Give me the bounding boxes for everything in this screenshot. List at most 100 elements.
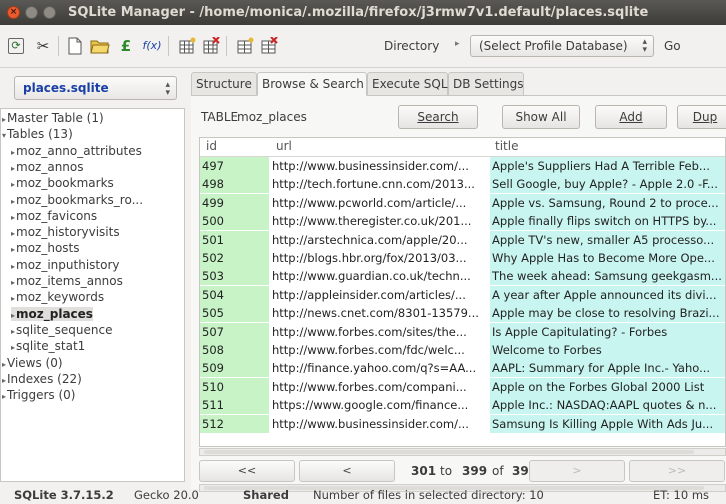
add-button[interactable]: Add [595,105,667,129]
cell-title[interactable]: Apple may be close to resolving Brazi... [490,304,725,323]
table-row[interactable]: 511 https://www.google.com/finance... Appl… [200,396,725,415]
cell-title[interactable]: The week ahead: Samsung geekgasm... [490,267,725,286]
search-button[interactable]: Search [398,105,478,129]
expander-closed-icon[interactable]: ▸ [11,262,15,271]
cell-id[interactable]: 503 [200,267,269,286]
table-row[interactable]: 502 http://blogs.hbr.org/fox/2013/03... Wh… [200,249,725,267]
refresh-icon[interactable]: ⟳ [8,38,24,54]
open-db-icon[interactable] [90,37,110,55]
cell-id[interactable]: 505 [200,304,269,323]
expander-closed-icon[interactable]: ▸ [11,294,15,303]
cell-url[interactable]: http://www.forbes.com/sites/the... [270,322,490,341]
cell-url[interactable]: http://www.businessinsider.com/... [270,157,490,175]
cell-url[interactable]: http://www.theregister.co.uk/201... [270,212,490,231]
cell-url[interactable]: http://www.pcworld.com/article/... [270,193,490,212]
expander-closed-icon[interactable]: ▸ [11,245,15,254]
expander-closed-icon[interactable]: ▸ [11,213,15,222]
table-row[interactable]: 499 http://www.pcworld.com/article/... App… [200,193,725,212]
grid-horizontal-scrollbar[interactable] [199,448,726,456]
cell-title[interactable]: Apple TV's new, smaller A5 processo... [490,230,725,249]
expander-closed-icon[interactable]: ▸ [11,311,15,320]
tree-item[interactable]: ▾Tables (13) [2,127,73,141]
first-page-button[interactable]: << [199,460,295,482]
minimize-window-button[interactable] [25,6,38,19]
tree-item[interactable]: ▸sqlite_stat1 [11,339,85,353]
cell-url[interactable]: http://blogs.hbr.org/fox/2013/03... [270,249,490,267]
tree-item[interactable]: ▸moz_bookmarks_ro... [11,193,143,207]
cell-title[interactable]: Welcome to Forbes [490,341,725,359]
table-row[interactable]: 498 http://tech.fortune.cnn.com/2013... Se… [200,175,725,194]
cell-title[interactable]: Apple finally flips switch on HTTPS by..… [490,212,725,231]
tree-item[interactable]: ▸Indexes (22) [2,372,82,386]
expander-closed-icon[interactable]: ▸ [11,278,15,287]
column-header-url[interactable]: url [276,139,292,153]
tree-item[interactable]: ▸moz_anno_attributes [11,144,142,158]
expander-closed-icon[interactable]: ▸ [11,148,15,157]
table-row[interactable]: 512 http://www.businessinsider.com/... Sam… [200,414,725,433]
tree-item[interactable]: ▸moz_items_annos [11,274,123,288]
cell-title[interactable]: Apple's Suppliers Had A Terrible Feb... [490,157,725,175]
cell-id[interactable]: 510 [200,377,269,396]
tab-execute-sql[interactable]: Execute SQL [367,72,448,96]
cell-title[interactable]: Samsung Is Killing Apple With Ads Ju... [490,414,725,433]
table-row[interactable]: 510 http://www.forbes.com/compani... Apple… [200,377,725,396]
expander-open-icon[interactable]: ▾ [2,131,6,140]
cell-id[interactable]: 507 [200,322,269,341]
cell-url[interactable]: https://www.google.com/finance... [270,396,490,415]
expander-closed-icon[interactable]: ▸ [2,376,6,385]
cell-title[interactable]: AAPL: Summary for Apple Inc.- Yaho... [490,359,725,378]
table-row[interactable]: 507 http://www.forbes.com/sites/the... Is … [200,322,725,341]
table-row[interactable]: 501 http://arstechnica.com/apple/20... App… [200,230,725,249]
tree-item[interactable]: ▸moz_inputhistory [11,258,120,272]
expander-closed-icon[interactable]: ▸ [11,180,15,189]
profile-database-select[interactable]: (Select Profile Database) ▴ ▾ [470,35,654,57]
duplicate-button[interactable]: Dup [677,105,726,129]
tree-item[interactable]: ▸moz_annos [11,160,84,174]
maximize-window-button[interactable] [43,6,56,19]
table-row[interactable]: 505 http://news.cnet.com/8301-13579... App… [200,304,725,323]
table-row[interactable]: 508 http://www.forbes.com/fdc/welc... Welc… [200,341,725,359]
create-table-icon[interactable] [178,37,196,55]
cell-title[interactable]: Apple on the Forbes Global 2000 List [490,377,725,396]
cell-url[interactable]: http://tech.fortune.cnn.com/2013... [270,175,490,194]
tree-item[interactable]: ▸Triggers (0) [2,388,75,402]
connect-icon[interactable]: £ [117,37,135,55]
cell-title[interactable]: Why Apple Has to Become More Ope... [490,249,725,267]
tab-db-settings[interactable]: DB Settings [448,72,524,96]
cell-title[interactable]: Sell Google, buy Apple? - Apple 2.0 -F..… [490,175,725,194]
cell-url[interactable]: http://www.businessinsider.com/... [270,414,490,433]
tree-item[interactable]: ▸moz_hosts [11,241,80,255]
cell-title[interactable]: A year after Apple announced its divi... [490,285,725,304]
table-row[interactable]: 500 http://www.theregister.co.uk/201... Ap… [200,212,725,231]
tree-item[interactable]: ▸Views (0) [2,356,63,370]
expander-closed-icon[interactable]: ▸ [11,164,15,173]
cell-title[interactable]: Apple vs. Samsung, Round 2 to proce... [490,193,725,212]
expander-closed-icon[interactable]: ▸ [11,229,15,238]
data-grid[interactable]: id url title 497 http://www.businessinsid… [199,137,726,447]
create-index-icon[interactable] [236,37,254,55]
new-db-icon[interactable] [66,37,84,55]
cell-id[interactable]: 497 [200,157,269,175]
cell-url[interactable]: http://news.cnet.com/8301-13579... [270,304,490,323]
drop-index-icon[interactable] [260,36,278,55]
table-row[interactable]: 497 http://www.businessinsider.com/... App… [200,157,725,175]
tab-structure[interactable]: Structure [191,72,257,96]
expander-closed-icon[interactable]: ▸ [2,115,6,124]
cell-id[interactable]: 501 [200,230,269,249]
column-header-title[interactable]: title [495,139,518,153]
tree-item[interactable]: ▸moz_favicons [11,209,97,223]
cell-id[interactable]: 498 [200,175,269,194]
go-button[interactable]: Go [664,39,681,53]
table-row[interactable]: 503 http://www.guardian.co.uk/techn... The… [200,267,725,286]
scissors-icon[interactable]: ✂ [34,37,52,55]
expander-closed-icon[interactable]: ▸ [2,360,6,369]
tree-item[interactable]: ▸sqlite_sequence [11,323,112,337]
cell-id[interactable]: 502 [200,249,269,267]
previous-page-button[interactable]: < [299,460,395,482]
show-all-button[interactable]: Show All [502,105,580,129]
next-page-button[interactable]: > [529,460,625,482]
cell-title[interactable]: Apple Inc.: NASDAQ:AAPL quotes & n... [490,396,725,415]
cell-id[interactable]: 511 [200,396,269,415]
cell-url[interactable]: http://finance.yahoo.com/q?s=AA... [270,359,490,378]
table-row[interactable]: 504 http://appleinsider.com/articles/... A… [200,285,725,304]
